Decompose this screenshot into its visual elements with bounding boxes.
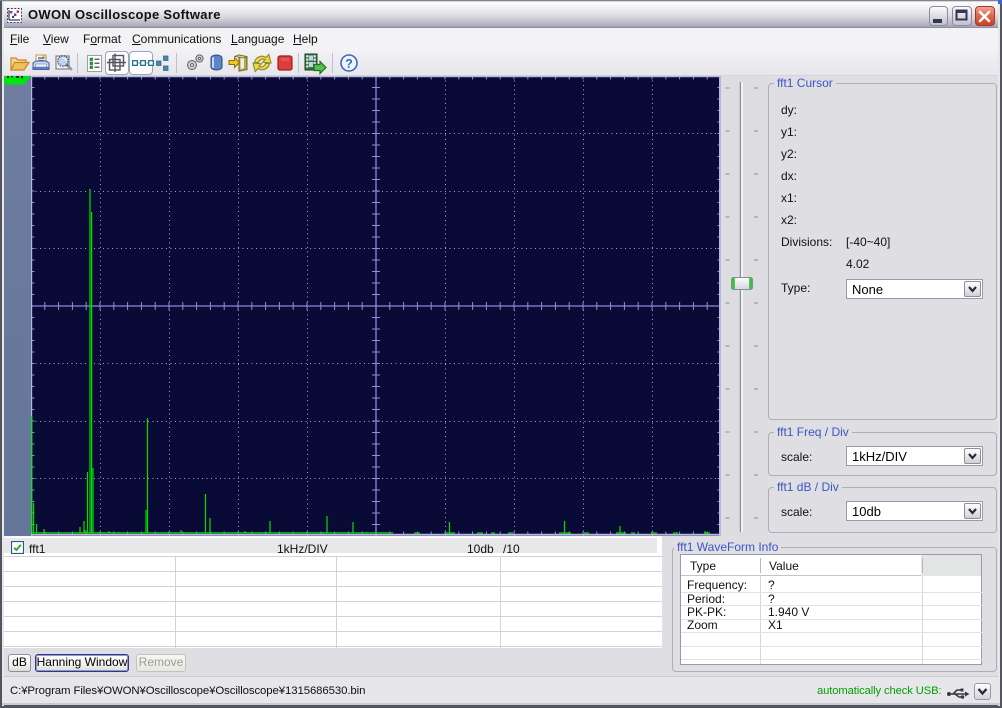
svg-text:?: ? — [345, 57, 353, 71]
